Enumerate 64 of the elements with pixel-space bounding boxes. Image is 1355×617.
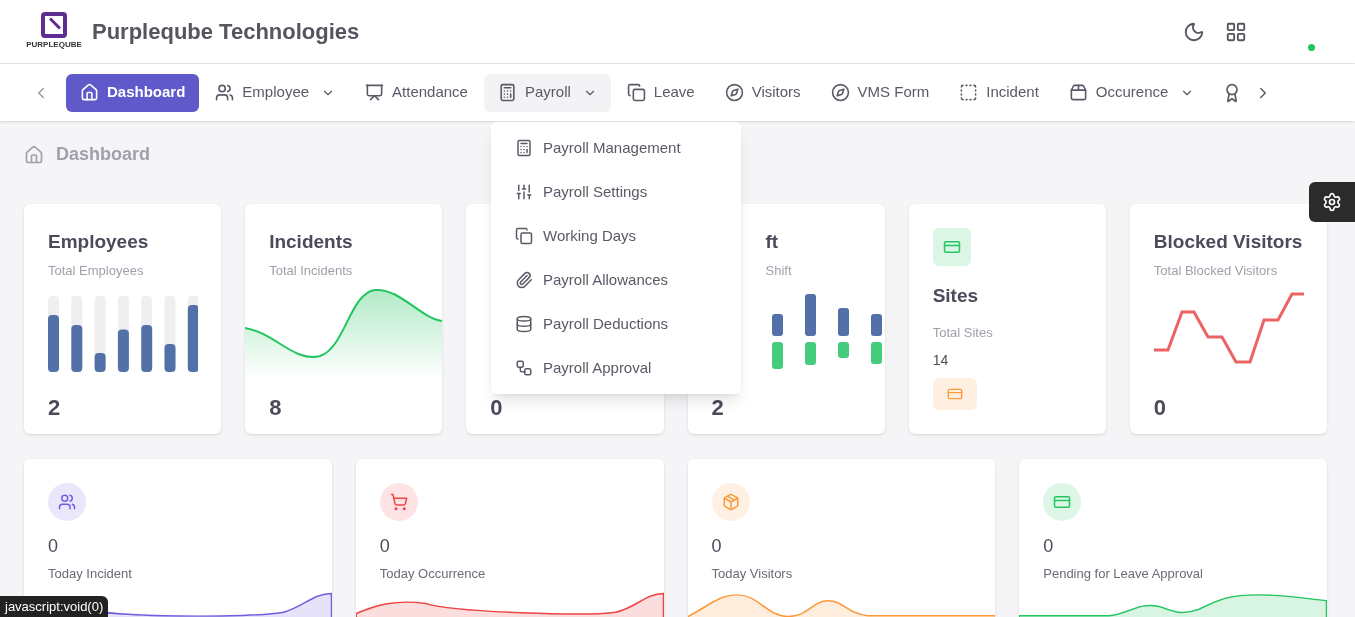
card-title: Sites [932, 284, 980, 308]
dark-mode-icon[interactable] [1183, 20, 1205, 43]
users-icon [215, 83, 235, 102]
menu-item[interactable]: Payroll Management [491, 126, 741, 170]
nav-tab[interactable]: VMS Form [816, 73, 944, 112]
compass-icon [830, 83, 850, 102]
settings-button[interactable] [1309, 182, 1355, 222]
breadcrumb: Dashboard [56, 143, 151, 166]
status-tooltip: javascript:void(0) [0, 595, 109, 617]
company-name: Purpleqube Technologies [92, 18, 360, 46]
menu-item[interactable]: Payroll Approval [491, 346, 741, 390]
card-value: 2 [711, 394, 725, 422]
database-icon [515, 315, 533, 333]
summary-label: Today Visitors [711, 565, 794, 583]
settings-icon [1322, 192, 1342, 212]
menu-item[interactable]: Payroll Deductions [491, 302, 741, 346]
nav-tab[interactable]: Employee [201, 73, 350, 112]
nav-tab[interactable]: Leave [612, 73, 709, 112]
nav-tab[interactable]: Incident [945, 73, 1053, 112]
summary-label: Today Occurrence [379, 565, 487, 583]
sliders-icon [515, 183, 533, 201]
summary-value: 0 [48, 535, 59, 558]
home-icon [24, 144, 44, 165]
menu-item[interactable]: Payroll Allowances [491, 258, 741, 302]
card-icon [932, 378, 977, 410]
nav-tab[interactable]: Occurence [1054, 73, 1209, 112]
card-value: 2 [48, 394, 62, 422]
card-value: 8 [269, 394, 283, 422]
summary-label: Pending for Leave Approval [1043, 565, 1204, 583]
card-subtitle: Total Sites [932, 323, 994, 342]
workflow-icon [515, 359, 533, 377]
menu-item[interactable]: Payroll Settings [491, 170, 741, 214]
card-value: 14 [932, 351, 950, 370]
calculator-icon [497, 83, 517, 102]
nav-tab[interactable]: Visitors [710, 73, 815, 112]
home-icon [80, 83, 99, 102]
summary-value: 0 [711, 535, 723, 558]
logo: PURPLEQUBE [28, 12, 80, 51]
dashed-square-icon [959, 83, 979, 102]
card-title: Incidents [269, 230, 354, 254]
card-title: Employees [48, 230, 150, 254]
summary-label: Today Incident [48, 565, 133, 583]
nav-tab[interactable]: Dashboard [66, 73, 200, 112]
apps-icon[interactable] [1225, 20, 1247, 43]
calculator-icon [515, 139, 533, 157]
compass-icon [724, 83, 744, 102]
card-icon [932, 228, 971, 266]
nav-tab[interactable]: Attendance [351, 73, 482, 112]
card-title: Blocked Visitors [1153, 230, 1303, 254]
card-subtitle: Total Employees [48, 261, 145, 280]
card-subtitle: Total Blocked Visitors [1153, 261, 1279, 280]
copy-icon [515, 227, 533, 245]
nav-tab[interactable]: Payroll [483, 73, 611, 112]
card-value: 0 [1153, 394, 1168, 422]
summary-value: 0 [1043, 535, 1055, 558]
paperclip-icon [515, 271, 533, 289]
card-subtitle: Shift [764, 261, 793, 280]
card-value: 0 [490, 394, 504, 422]
summary-value: 0 [379, 535, 391, 558]
card-title: ft [764, 230, 780, 254]
card-subtitle: Total Incidents [269, 261, 354, 280]
copy-icon [626, 83, 646, 102]
online-status-icon [1308, 44, 1315, 51]
menu-item[interactable]: Working Days [491, 214, 741, 258]
